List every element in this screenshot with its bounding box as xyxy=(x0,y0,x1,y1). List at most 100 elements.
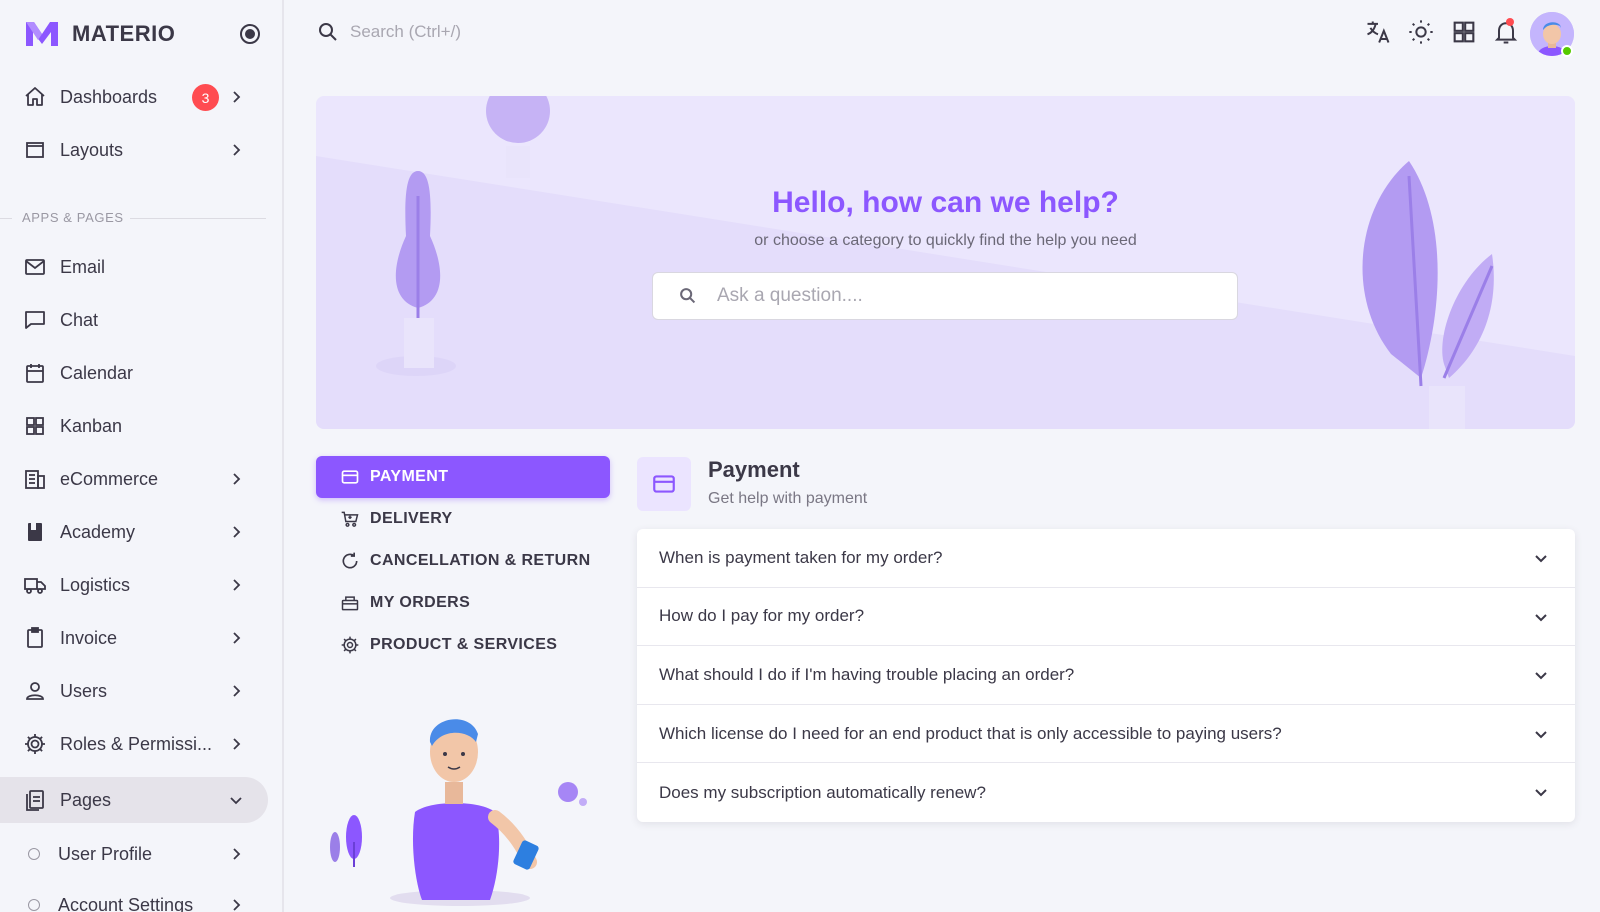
chevron-down-icon xyxy=(1535,672,1547,680)
faq-item[interactable]: What should I do if I'm having trouble p… xyxy=(637,646,1575,705)
sidebar-item-label: Invoice xyxy=(60,627,118,648)
chat-icon xyxy=(22,307,48,333)
tab-label: CANCELLATION & RETURN xyxy=(370,552,591,569)
support-character-illustration xyxy=(330,719,587,906)
sidebar-item-ecommerce[interactable]: eCommerce xyxy=(0,456,268,502)
truck-icon xyxy=(22,572,48,598)
chevron-down-icon xyxy=(1535,789,1547,797)
gear-icon xyxy=(341,636,359,654)
circle-icon xyxy=(28,848,40,860)
hero-title: Hello, how can we help? xyxy=(772,186,1119,219)
tab-payment[interactable]: PAYMENT xyxy=(316,456,610,498)
chevron-right-icon xyxy=(233,632,241,644)
sidebar-item-label: Email xyxy=(60,256,106,277)
online-status-dot xyxy=(1561,45,1573,57)
section-divider xyxy=(0,218,12,219)
theme-sun-icon[interactable] xyxy=(1407,18,1435,46)
section-subtitle: Get help with payment xyxy=(708,490,868,507)
tab-delivery[interactable]: DELIVERY xyxy=(316,498,610,540)
chevron-right-icon xyxy=(233,899,241,911)
sidebar-item-dashboards[interactable]: Dashboards 3 xyxy=(0,74,268,120)
sidebar-item-label: eCommerce xyxy=(60,468,159,489)
faq-item[interactable]: How do I pay for my order? xyxy=(637,588,1575,647)
grid-icon xyxy=(22,413,48,439)
sidebar-item-label: Pages xyxy=(60,789,112,810)
sidebar-item-calendar[interactable]: Calendar xyxy=(0,350,268,396)
help-search-input[interactable]: Ask a question.... xyxy=(652,272,1238,320)
chevron-right-icon xyxy=(233,473,241,485)
sidebar-item-account-settings[interactable]: Account Settings xyxy=(0,882,268,912)
hero-subtitle: or choose a category to quickly find the… xyxy=(754,232,1137,249)
sidebar-item-label: Chat xyxy=(60,309,99,330)
faq-question: When is payment taken for my order? xyxy=(659,547,943,567)
global-search[interactable]: Search (Ctrl+/) xyxy=(316,20,461,44)
translate-icon[interactable] xyxy=(1364,18,1392,46)
sidebar-item-label: Calendar xyxy=(60,362,134,383)
tab-label: MY ORDERS xyxy=(370,594,471,611)
chevron-down-icon xyxy=(1535,555,1547,563)
section-label: APPS & PAGES xyxy=(22,210,124,225)
sidebar-item-label: Users xyxy=(60,680,108,701)
sidebar-item-user-profile[interactable]: User Profile xyxy=(0,831,268,877)
sidebar-item-users[interactable]: Users xyxy=(0,668,268,714)
mail-icon xyxy=(22,254,48,280)
book-icon xyxy=(22,519,48,545)
materio-logo-icon xyxy=(26,22,58,46)
chevron-down-icon xyxy=(1535,731,1547,739)
sidebar-item-label: Dashboards xyxy=(60,86,158,107)
tab-my-orders[interactable]: MY ORDERS xyxy=(316,582,610,624)
layout-icon xyxy=(22,137,48,163)
circle-icon xyxy=(28,899,40,911)
faq-item[interactable]: When is payment taken for my order? xyxy=(637,529,1575,588)
clipboard-icon xyxy=(22,625,48,651)
sidebar: MATERIO Dashboards 3 Layouts APPS & PAGE… xyxy=(0,0,284,912)
notification-badge: 3 xyxy=(192,84,219,111)
tab-product-services[interactable]: PRODUCT & SERVICES xyxy=(316,624,610,666)
refresh-icon xyxy=(342,552,358,569)
calendar-icon xyxy=(22,360,48,386)
help-hero-banner: Hello, how can we help? or choose a cate… xyxy=(316,96,1575,429)
sidebar-item-academy[interactable]: Academy xyxy=(0,509,268,555)
chevron-right-icon xyxy=(233,685,241,697)
faq-question: How do I pay for my order? xyxy=(659,606,865,626)
document-icon xyxy=(22,787,48,813)
sidebar-item-roles-permissions[interactable]: Roles & Permissi... xyxy=(0,721,268,767)
notification-dot xyxy=(1506,18,1514,26)
sidebar-item-layouts[interactable]: Layouts xyxy=(0,127,268,173)
sidebar-item-invoice[interactable]: Invoice xyxy=(0,615,268,661)
package-icon xyxy=(341,596,359,611)
faq-accordion: When is payment taken for my order? How … xyxy=(637,529,1575,822)
brand-name: MATERIO xyxy=(72,21,176,46)
faq-item[interactable]: Which license do I need for an end produ… xyxy=(637,705,1575,764)
sidebar-item-label: Kanban xyxy=(60,415,123,436)
faq-question: Does my subscription automatically renew… xyxy=(659,782,986,802)
chevron-right-icon xyxy=(233,579,241,591)
cart-icon xyxy=(341,511,359,527)
shortcuts-grid-icon[interactable] xyxy=(1450,18,1478,46)
faq-item[interactable]: Does my subscription automatically renew… xyxy=(637,763,1575,822)
section-divider xyxy=(130,218,266,219)
chevron-right-icon xyxy=(233,848,241,860)
search-icon xyxy=(319,23,337,41)
tab-label: DELIVERY xyxy=(370,510,453,527)
sidebar-item-pages[interactable]: Pages xyxy=(0,777,268,823)
sidebar-collapse-toggle[interactable] xyxy=(240,24,260,44)
brand-logo[interactable]: MATERIO xyxy=(24,18,175,50)
tab-cancellation-return[interactable]: CANCELLATION & RETURN xyxy=(316,540,610,582)
faq-question: What should I do if I'm having trouble p… xyxy=(659,664,1075,684)
chevron-right-icon xyxy=(233,738,241,750)
sidebar-item-kanban[interactable]: Kanban xyxy=(0,403,268,449)
home-icon xyxy=(22,84,48,110)
tab-label: PAYMENT xyxy=(370,468,449,485)
building-icon xyxy=(22,466,48,492)
help-search-placeholder: Ask a question.... xyxy=(717,285,863,306)
chevron-right-icon xyxy=(233,526,241,538)
sidebar-item-label: Academy xyxy=(60,521,136,542)
faq-question: Which license do I need for an end produ… xyxy=(659,723,1282,743)
sidebar-item-email[interactable]: Email xyxy=(0,244,268,290)
sidebar-item-chat[interactable]: Chat xyxy=(0,297,268,343)
sidebar-item-logistics[interactable]: Logistics xyxy=(0,562,268,608)
chevron-down-icon xyxy=(1535,613,1547,622)
hero-background-illustration xyxy=(316,96,1575,429)
credit-card-icon xyxy=(653,475,675,493)
